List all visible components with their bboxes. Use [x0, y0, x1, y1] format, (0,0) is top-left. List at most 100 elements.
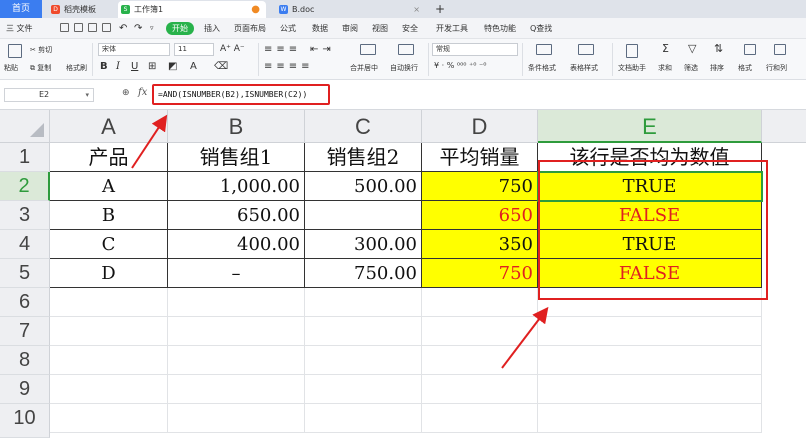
- rows-cols-button[interactable]: 行和列: [766, 63, 787, 73]
- preview-icon[interactable]: [102, 23, 111, 32]
- empty-cell[interactable]: [168, 346, 305, 375]
- empty-cell[interactable]: [168, 317, 305, 346]
- cell-b4[interactable]: 400.00: [168, 230, 305, 259]
- column-header-e[interactable]: E: [538, 110, 762, 143]
- column-header-a[interactable]: A: [50, 110, 168, 143]
- menu-formula[interactable]: 公式: [280, 18, 296, 39]
- empty-cell[interactable]: [538, 317, 762, 346]
- menu-developer[interactable]: 开发工具: [436, 18, 468, 39]
- sort-icon[interactable]: ⇅: [714, 43, 723, 55]
- function-icon[interactable]: fx: [138, 87, 147, 98]
- empty-cell[interactable]: [50, 404, 168, 433]
- chevron-down-icon[interactable]: ▾: [85, 89, 89, 101]
- empty-cell[interactable]: [168, 375, 305, 404]
- format-button[interactable]: 格式: [738, 63, 752, 73]
- menu-view[interactable]: 视图: [372, 18, 388, 39]
- conditional-format-icon[interactable]: [536, 44, 552, 55]
- tab-document[interactable]: W B.doc ×: [276, 1, 426, 18]
- empty-cell[interactable]: [168, 404, 305, 433]
- empty-cell[interactable]: [305, 404, 422, 433]
- sum-button[interactable]: 求和: [658, 63, 672, 73]
- row-header-5[interactable]: 5: [0, 259, 50, 288]
- empty-cell[interactable]: [538, 346, 762, 375]
- wrap-icon[interactable]: [398, 44, 414, 55]
- align-top-icons[interactable]: ≡≡≡: [264, 44, 301, 55]
- redo-icon[interactable]: ↷: [134, 18, 142, 39]
- empty-cell[interactable]: [538, 288, 762, 317]
- cell-b1[interactable]: 销售组1: [168, 143, 305, 172]
- row-header-8[interactable]: 8: [0, 346, 50, 375]
- empty-cell[interactable]: [305, 375, 422, 404]
- new-tab-button[interactable]: +: [435, 0, 445, 18]
- tab-workbook[interactable]: S 工作簿1 ●: [118, 1, 266, 18]
- tab-home[interactable]: 首页: [0, 0, 42, 18]
- row-header-9[interactable]: 9: [0, 375, 50, 404]
- cell-d4[interactable]: 350: [422, 230, 538, 259]
- menu-file[interactable]: 三 文件: [6, 18, 33, 39]
- select-all-corner[interactable]: [0, 110, 50, 143]
- empty-cell[interactable]: [50, 346, 168, 375]
- cell-e4[interactable]: TRUE: [538, 230, 762, 259]
- cell-a3[interactable]: B: [50, 201, 168, 230]
- menu-security[interactable]: 安全: [402, 18, 418, 39]
- cell-c5[interactable]: 750.00: [305, 259, 422, 288]
- cell-c2[interactable]: 500.00: [305, 172, 422, 201]
- indent-icons[interactable]: ⇤⇥: [310, 44, 335, 55]
- column-header-d[interactable]: D: [422, 110, 538, 143]
- cell-e5[interactable]: FALSE: [538, 259, 762, 288]
- menu-page-layout[interactable]: 页面布局: [234, 18, 266, 39]
- column-header-b[interactable]: B: [168, 110, 305, 143]
- sum-icon[interactable]: Σ: [662, 43, 669, 55]
- italic-button[interactable]: I: [116, 61, 120, 72]
- cell-a4[interactable]: C: [50, 230, 168, 259]
- doc-helper-button[interactable]: 文档助手: [618, 63, 646, 73]
- paste-button[interactable]: 粘贴: [4, 63, 18, 73]
- cell-e1[interactable]: 该行是否均为数值: [538, 143, 762, 172]
- row-header-2[interactable]: 2: [0, 172, 50, 201]
- empty-cell[interactable]: [50, 317, 168, 346]
- doc-helper-icon[interactable]: [626, 44, 638, 58]
- cell-d5[interactable]: 750: [422, 259, 538, 288]
- cell-d1[interactable]: 平均销量: [422, 143, 538, 172]
- cell-b5[interactable]: –: [168, 259, 305, 288]
- bold-button[interactable]: B: [100, 61, 108, 72]
- font-size-select[interactable]: 11: [174, 43, 214, 56]
- row-header-7[interactable]: 7: [0, 317, 50, 346]
- table-style-button[interactable]: 表格样式: [570, 63, 598, 73]
- menu-search[interactable]: Q查找: [530, 18, 552, 39]
- empty-cell[interactable]: [422, 288, 538, 317]
- cell-d3[interactable]: 650: [422, 201, 538, 230]
- table-style-icon[interactable]: [578, 44, 594, 55]
- cell-a2[interactable]: A: [50, 172, 168, 201]
- row-header-4[interactable]: 4: [0, 230, 50, 259]
- formula-input[interactable]: =AND(ISNUMBER(B2),ISNUMBER(C2)): [152, 84, 330, 105]
- filter-button[interactable]: 筛选: [684, 63, 698, 73]
- cell-c4[interactable]: 300.00: [305, 230, 422, 259]
- filter-icon[interactable]: ▽: [688, 43, 696, 55]
- border-icon[interactable]: ⊞: [148, 61, 156, 72]
- paste-icon[interactable]: [8, 44, 22, 58]
- close-icon[interactable]: ×: [413, 1, 420, 18]
- format-painter-button[interactable]: 格式刷: [66, 63, 87, 73]
- column-header-c[interactable]: C: [305, 110, 422, 143]
- print-icon[interactable]: [88, 23, 97, 32]
- copy-button[interactable]: ⧉ 复制: [30, 63, 51, 73]
- wrap-text-button[interactable]: 自动换行: [390, 63, 418, 73]
- tab-template[interactable]: D 稻壳模板: [48, 1, 128, 18]
- row-header-3[interactable]: 3: [0, 201, 50, 230]
- chevron-down-icon[interactable]: ▿: [150, 18, 154, 39]
- menu-features[interactable]: 特色功能: [484, 18, 516, 39]
- empty-cell[interactable]: [422, 317, 538, 346]
- empty-cell[interactable]: [538, 375, 762, 404]
- cell-a5[interactable]: D: [50, 259, 168, 288]
- export-icon[interactable]: [74, 23, 83, 32]
- menu-start[interactable]: 开始: [166, 22, 194, 35]
- sort-button[interactable]: 排序: [710, 63, 724, 73]
- underline-button[interactable]: U: [131, 61, 138, 72]
- cell-c1[interactable]: 销售组2: [305, 143, 422, 172]
- format-icon[interactable]: [744, 44, 756, 55]
- empty-cell[interactable]: [50, 288, 168, 317]
- cell-c3[interactable]: [305, 201, 422, 230]
- column-header-empty[interactable]: [762, 110, 806, 143]
- row-header-1[interactable]: 1: [0, 143, 50, 172]
